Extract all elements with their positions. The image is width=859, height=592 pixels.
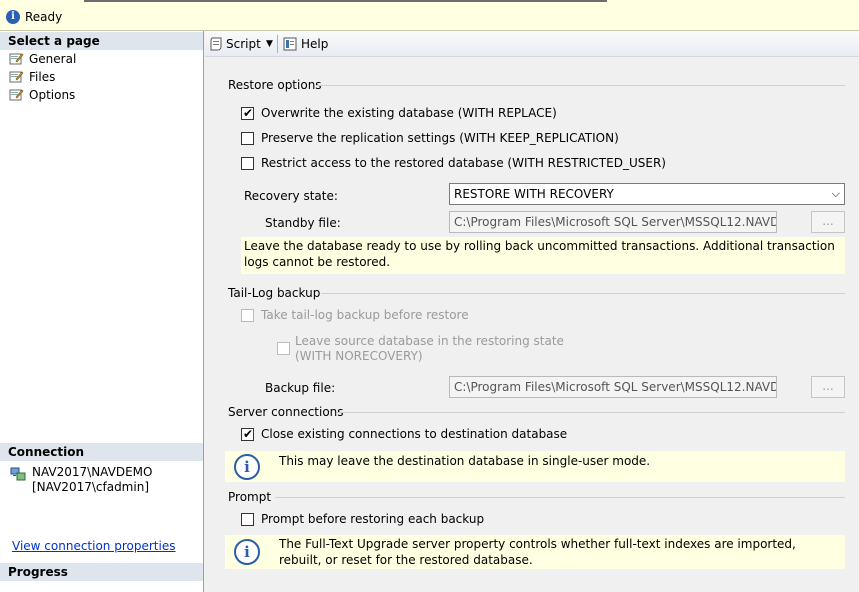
view-connection-properties-link[interactable]: View connection properties <box>12 539 175 553</box>
checkbox-label: Preserve the replication settings (WITH … <box>261 131 619 145</box>
checkbox-box[interactable] <box>241 513 254 526</box>
left-pane: Select a page General Files Options Conn… <box>0 31 204 592</box>
standby-file-label: Standby file: <box>265 216 341 230</box>
prompt-note: The Full-Text Upgrade server property co… <box>279 537 796 567</box>
tail-log-title: Tail-Log backup <box>228 286 321 300</box>
page-item-label: Files <box>29 70 56 84</box>
connection-header: Connection <box>0 442 203 461</box>
recovery-state-select[interactable]: RESTORE WITH RECOVERY ⌵ <box>449 183 845 205</box>
help-icon <box>283 37 297 51</box>
check-mark-icon: ✔ <box>243 427 254 441</box>
checkbox-label: Overwrite the existing database (WITH RE… <box>261 106 557 120</box>
server-connections-title: Server connections <box>228 405 344 419</box>
page-wrench-icon <box>9 53 24 65</box>
checkbox-label: Leave source database in the restoring s… <box>295 334 564 348</box>
page-item-options[interactable]: Options <box>0 86 203 104</box>
page-item-general[interactable]: General <box>0 50 203 68</box>
info-icon: i <box>234 454 260 480</box>
status-bar: i Ready <box>0 0 859 31</box>
script-label: Script <box>226 37 261 51</box>
checkbox-box[interactable] <box>241 157 254 170</box>
connection-user: [NAV2017\cfadmin] <box>32 480 149 494</box>
chevron-down-icon[interactable]: ⌵ <box>832 184 840 204</box>
info-icon: i <box>6 10 20 24</box>
group-divider <box>321 293 845 294</box>
recovery-state-label: Recovery state: <box>244 189 338 203</box>
page-wrench-icon <box>9 71 24 83</box>
standby-browse-button[interactable]: ... <box>811 211 845 233</box>
checkbox-box[interactable] <box>241 132 254 145</box>
checkbox-label-line2: (WITH NORECOVERY) <box>295 349 423 363</box>
backup-file-input[interactable]: C:\Program Files\Microsoft SQL Server\MS… <box>449 376 777 398</box>
chevron-down-icon[interactable]: ▼ <box>266 35 273 53</box>
group-divider <box>275 497 845 498</box>
checkbox-label: Prompt before restoring each backup <box>261 512 485 526</box>
help-label: Help <box>301 37 329 51</box>
page-item-label: Options <box>29 88 76 102</box>
page-wrench-icon <box>9 89 24 101</box>
status-text: Ready <box>25 10 63 24</box>
options-page: Script ▼ Help Restore options ✔ Overwrit… <box>205 31 859 592</box>
prompt-note-panel: i The Full-Text Upgrade server property … <box>225 535 845 569</box>
check-mark-icon: ✔ <box>243 106 254 120</box>
server-connections-note: This may leave the destination database … <box>279 454 651 468</box>
script-icon <box>210 37 222 51</box>
info-icon: i <box>234 539 260 565</box>
group-divider <box>337 412 845 413</box>
checkbox-box[interactable] <box>241 309 254 322</box>
server-icon <box>10 467 26 481</box>
page-item-label: General <box>29 52 77 66</box>
toolbar-separator <box>277 35 278 53</box>
standby-file-input[interactable]: C:\Program Files\Microsoft SQL Server\MS… <box>449 211 777 233</box>
select-page-header: Select a page <box>0 31 203 50</box>
restore-options-title: Restore options <box>228 78 322 92</box>
recovery-note: Leave the database ready to use by rolli… <box>241 237 845 274</box>
checkbox-label: Take tail-log backup before restore <box>261 308 469 322</box>
toolbar: Script ▼ Help <box>205 31 859 57</box>
prompt-title: Prompt <box>228 490 272 504</box>
checkbox-box[interactable]: ✔ <box>241 427 254 441</box>
checkbox-box[interactable]: ✔ <box>241 106 254 120</box>
connection-server: NAV2017\NAVDEMO <box>32 465 153 479</box>
checkbox-box[interactable] <box>277 342 290 355</box>
page-item-files[interactable]: Files <box>0 68 203 86</box>
backup-browse-button[interactable]: ... <box>811 376 845 398</box>
progress-strip <box>84 0 607 2</box>
server-connections-note-panel: i This may leave the destination databas… <box>225 451 845 482</box>
progress-header: Progress <box>0 562 203 581</box>
backup-file-label: Backup file: <box>265 381 336 395</box>
checkbox-label: Close existing connections to destinatio… <box>261 427 568 441</box>
group-divider <box>317 85 845 86</box>
checkbox-label: Restrict access to the restored database… <box>261 156 666 170</box>
recovery-state-value: RESTORE WITH RECOVERY <box>454 187 614 201</box>
